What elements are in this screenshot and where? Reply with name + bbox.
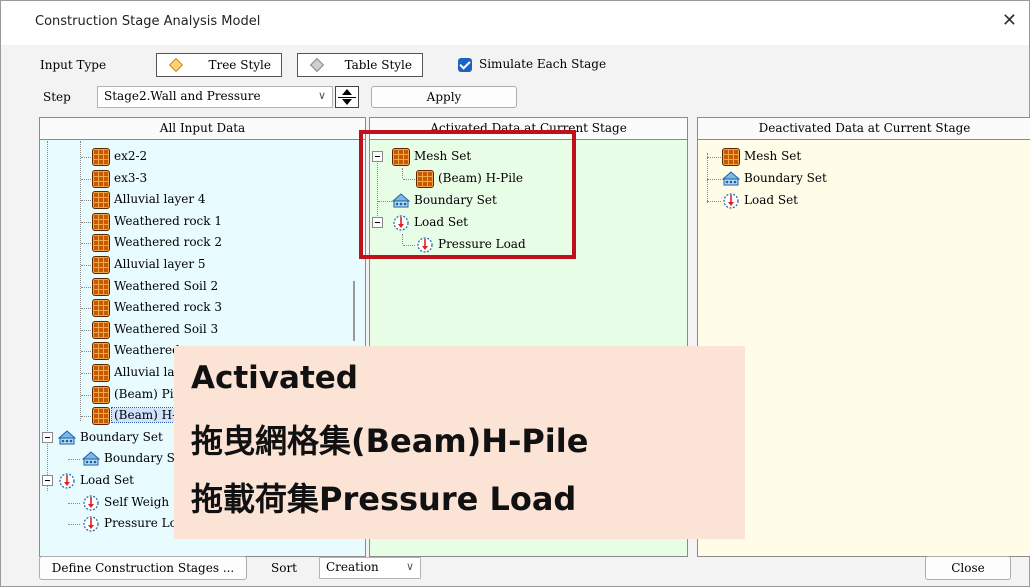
step-stepper[interactable] [335, 86, 359, 108]
arrow-down-icon [342, 99, 352, 105]
mesh-icon [92, 148, 110, 166]
load-icon [722, 192, 740, 210]
chevron-down-icon: ∨ [317, 89, 326, 102]
diamond-icon [168, 57, 184, 73]
annotation-callout: Activated 拖曳網格集(Beam)H-Pile 拖載荷集Pressure… [174, 346, 745, 539]
mesh-item-label: Weathered Soil 2 [114, 278, 219, 293]
step-select-value: Stage2.Wall and Pressure [104, 89, 261, 103]
chevron-down-icon: ∨ [405, 560, 414, 573]
mesh-item-label: ex3-3 [114, 170, 148, 185]
hline [81, 200, 91, 202]
highlight-box [359, 130, 576, 259]
sort-select[interactable]: Creation ∨ [319, 557, 421, 579]
mesh-item-label: Alluvial lay [114, 365, 182, 379]
simulate-each-stage-label: Simulate Each Stage [479, 57, 607, 71]
close-icon[interactable]: ✕ [1002, 10, 1017, 31]
load-set-node-label: Load Set [80, 472, 134, 487]
mesh-icon [92, 277, 110, 296]
scrollbar[interactable] [353, 281, 355, 341]
mesh-item-label: Alluvial layer 5 [114, 257, 206, 271]
load-icon [82, 515, 100, 533]
hline [81, 178, 91, 180]
hline [68, 458, 80, 460]
input-type-label: Input Type [40, 58, 107, 72]
mesh-item-label: Weathered rock 2 [114, 235, 222, 250]
hline [68, 523, 80, 525]
mesh-icon [92, 169, 110, 188]
tree-style-option[interactable]: Tree Style [156, 53, 282, 77]
step-label: Step [43, 90, 71, 104]
mesh-icon [92, 342, 110, 361]
hline [81, 308, 91, 310]
hline [81, 157, 91, 158]
annotation-line-2: 拖曳網格集(Beam)H-Pile [191, 422, 589, 460]
mesh-item-label: (Beam) Pip [114, 386, 182, 401]
window-title: Construction Stage Analysis Model [35, 14, 261, 29]
collapse-toggle[interactable] [42, 474, 53, 486]
load-item-node-label: Self Weigh [104, 494, 170, 509]
mesh-item-label: Weathered Soil 3 [114, 321, 219, 336]
boundary-icon [722, 170, 740, 188]
hline [81, 351, 91, 353]
step-select[interactable]: Stage2.Wall and Pressure ∨ [97, 86, 333, 108]
tree-style-label: Tree Style [208, 58, 271, 72]
load-icon [58, 472, 76, 490]
mesh-item-label: (Beam) H- [110, 407, 180, 424]
deactivated-header: Deactivated Data at Current Stage [698, 118, 1030, 140]
annotation-line-1: Activated [191, 360, 358, 396]
hline [81, 394, 91, 396]
diamond-icon [309, 57, 325, 73]
simulate-each-stage-checkbox[interactable] [458, 58, 472, 72]
hline [81, 221, 91, 223]
hline [81, 416, 91, 418]
mesh-icon [92, 212, 110, 231]
mesh-item-label: Weathered rock 1 [114, 213, 222, 228]
mesh-item-label: Weathered [114, 343, 180, 358]
mesh-icon [92, 320, 110, 339]
mesh-icon [722, 148, 740, 166]
boundary-icon [82, 450, 100, 468]
mesh-icon [92, 299, 110, 318]
deactivated-panel: Deactivated Data at Current Stage Mesh S… [697, 117, 1030, 557]
mesh-icon [92, 191, 110, 210]
collapse-toggle[interactable] [42, 431, 53, 443]
sort-label: Sort [271, 561, 298, 575]
title-bar: Construction Stage Analysis Model ✕ [1, 1, 1029, 45]
table-style-option[interactable]: Table Style [297, 53, 423, 77]
mesh-item-label: ex2-2 [114, 149, 148, 163]
apply-button[interactable]: Apply [371, 86, 517, 108]
arrow-up-icon [342, 89, 352, 95]
hline [68, 502, 80, 504]
define-stages-button[interactable]: Define Construction Stages ... [39, 556, 247, 580]
boundary-icon [58, 429, 76, 447]
mesh-icon [92, 407, 110, 426]
mesh-item-label: Alluvial layer 4 [114, 192, 206, 207]
boundary-set-node-label: Boundary Set [80, 429, 163, 444]
hline [81, 286, 91, 288]
hline [81, 265, 91, 266]
hline [81, 243, 91, 245]
annotation-line-3: 拖載荷集Pressure Load [191, 480, 577, 518]
hline [81, 329, 91, 331]
mesh-icon [92, 385, 110, 404]
dialog-window: Construction Stage Analysis Model ✕ Inpu… [0, 0, 1030, 587]
table-style-label: Table Style [344, 58, 412, 72]
mesh-icon [92, 364, 110, 382]
deactivated-tree[interactable]: Mesh Set Boundary Set Load Set [698, 141, 1030, 556]
close-button[interactable]: Close [925, 556, 1011, 580]
load-item-node-label: Pressure Lo [104, 515, 177, 530]
hline [81, 373, 91, 374]
load-icon [82, 494, 100, 512]
boundary-item-node-label: Boundary S [104, 450, 175, 465]
all-input-header: All Input Data [40, 118, 365, 140]
sort-select-value: Creation [326, 560, 379, 574]
mesh-icon [92, 256, 110, 274]
mesh-icon [92, 234, 110, 253]
mesh-item-label: Weathered rock 3 [114, 300, 222, 315]
